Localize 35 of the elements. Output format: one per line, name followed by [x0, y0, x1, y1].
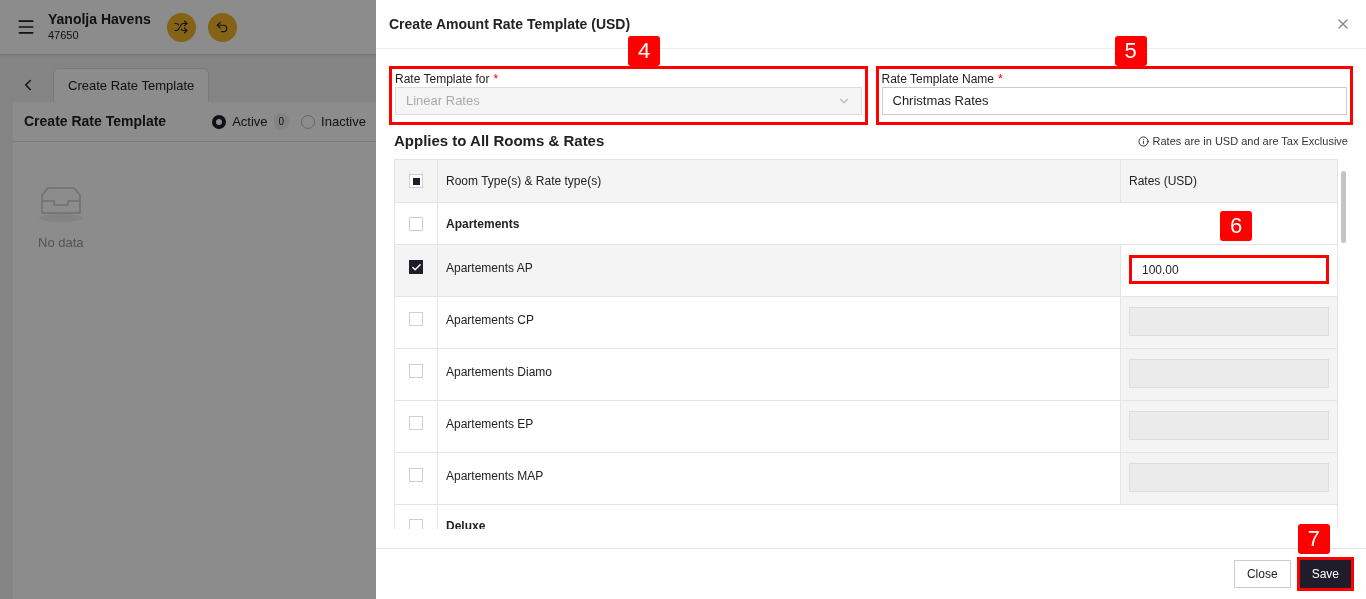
- column-header: Room Type(s) & Rate type(s): [438, 160, 1121, 202]
- radio-button[interactable]: [212, 114, 227, 129]
- callout-number: 7: [1297, 524, 1330, 554]
- page-heading: Create Rate Template: [24, 112, 167, 131]
- room-type: Apartements: [446, 215, 520, 233]
- count-badge: 0: [273, 113, 290, 130]
- checkbox[interactable]: [409, 260, 423, 274]
- shuffle-icon: [174, 20, 189, 34]
- close-button[interactable]: Close: [1233, 560, 1291, 588]
- callout-number: 6: [1220, 211, 1253, 241]
- hotel-name: Yanolja Havens: [48, 11, 151, 29]
- shuffle-button[interactable]: [166, 12, 196, 42]
- page-tab[interactable]: Create Rate Template: [53, 68, 210, 102]
- required-mark: *: [998, 72, 1003, 86]
- hotel-code: 47650: [48, 28, 80, 43]
- callout-number: 4: [628, 36, 661, 66]
- info-icon: [1137, 135, 1149, 147]
- save-button[interactable]: Save: [1299, 560, 1351, 588]
- input-field[interactable]: Christmas Rates: [881, 87, 1347, 115]
- empty-text: No data: [38, 234, 84, 252]
- filter-label: Inactive: [321, 112, 366, 131]
- rates-note: Rates are in USD and are Tax Exclusive: [1152, 133, 1348, 149]
- field-label: Rate Template for: [395, 72, 490, 86]
- column-header: Rates (USD): [1128, 173, 1198, 190]
- undo-button[interactable]: [207, 12, 237, 42]
- room-type: Deluxe: [446, 517, 486, 529]
- filter-label: Active: [232, 112, 268, 131]
- callout-number: 5: [1114, 36, 1147, 66]
- section-title: Applies to All Rooms & Rates: [394, 130, 605, 151]
- menu-icon[interactable]: [16, 17, 36, 37]
- empty-inbox-icon: [38, 187, 84, 223]
- field-label: Rate Template Name: [881, 72, 994, 86]
- required-mark: *: [493, 72, 499, 86]
- undo-icon: [215, 20, 230, 34]
- drawer-title: Create Amount Rate Template (USD): [389, 14, 631, 34]
